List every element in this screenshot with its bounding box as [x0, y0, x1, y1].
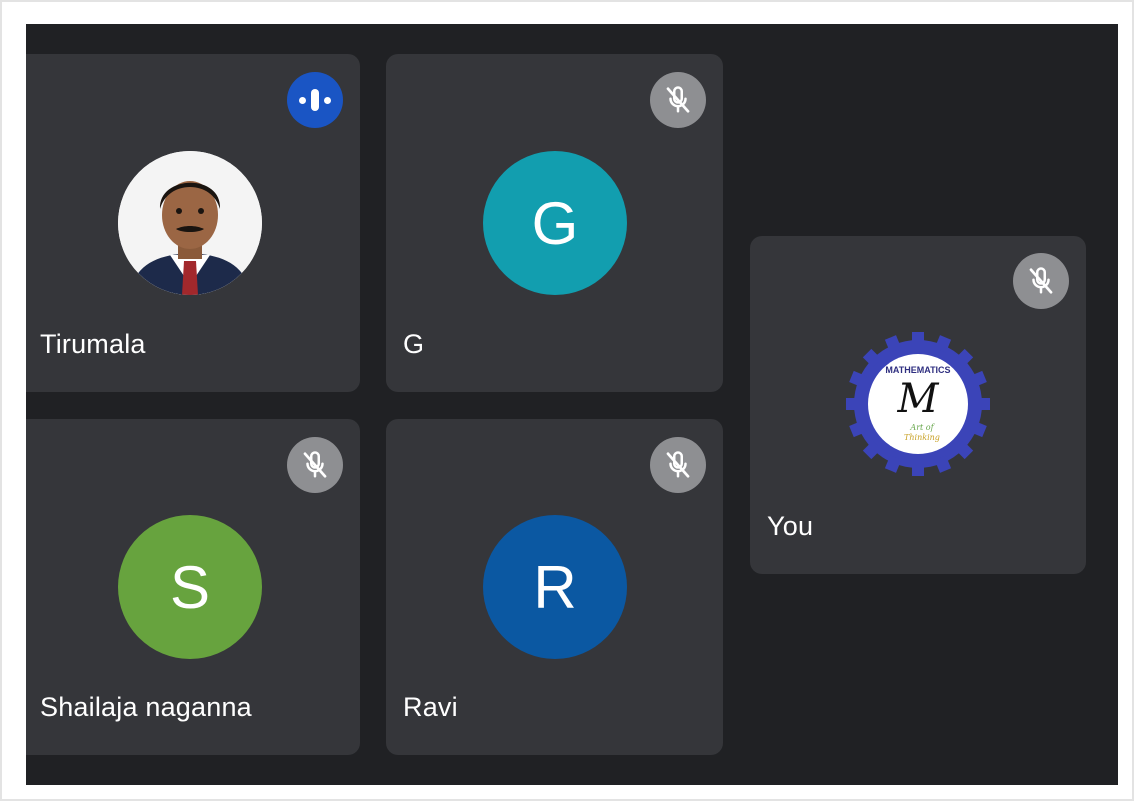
- avatar: S: [118, 515, 262, 659]
- participant-name: Shailaja naganna: [40, 692, 252, 722]
- mic-off-icon: [287, 437, 343, 493]
- meeting-grid: Tirumala G G MATHEMATICS M Art of Thinki…: [26, 24, 1118, 785]
- audio-level-icon: [287, 72, 343, 128]
- participant-tile-ravi[interactable]: R Ravi: [386, 419, 723, 755]
- avatar-initial: G: [531, 189, 579, 257]
- avatar: R: [483, 515, 627, 659]
- mic-off-icon: [650, 72, 706, 128]
- participant-tile-shailaja[interactable]: S Shailaja naganna: [26, 419, 360, 755]
- mic-off-icon: [650, 437, 706, 493]
- avatar: [118, 151, 262, 295]
- avatar-initial: R: [533, 553, 577, 621]
- logo-letter: M: [897, 376, 940, 422]
- avatar-initial: S: [169, 553, 211, 621]
- logo-bottom-text-2: Thinking: [904, 433, 940, 442]
- participant-tile-you[interactable]: MATHEMATICS M Art of Thinking You: [750, 236, 1086, 574]
- participant-name: G: [403, 329, 425, 359]
- logo-top-text: MATHEMATICS: [885, 365, 950, 375]
- mic-off-icon: [1013, 253, 1069, 309]
- participant-tile-g[interactable]: G G: [386, 54, 723, 392]
- participant-name: Ravi: [403, 692, 458, 722]
- mathematics-logo-icon: MATHEMATICS M Art of Thinking: [846, 332, 990, 476]
- participant-tile-tirumala[interactable]: Tirumala: [26, 54, 360, 392]
- participant-name: Tirumala: [40, 329, 146, 359]
- logo-bottom-text-1: Art of: [909, 423, 935, 432]
- avatar: G: [483, 151, 627, 295]
- participant-name: You: [767, 511, 814, 541]
- screenshot-frame: Tirumala G G MATHEMATICS M Art of Thinki…: [0, 0, 1134, 801]
- profile-photo: [118, 151, 262, 295]
